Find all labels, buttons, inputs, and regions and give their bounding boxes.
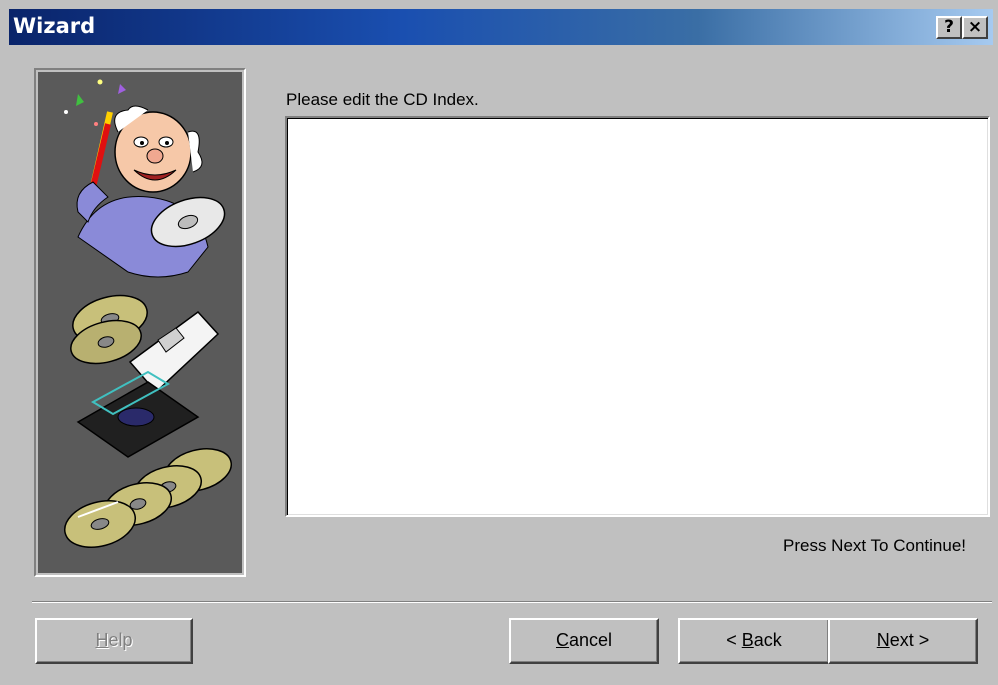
title-help-button[interactable]: ? — [936, 16, 962, 39]
cd-stack-icon — [64, 448, 232, 548]
cd-index-editor[interactable] — [285, 116, 990, 517]
prompt-label: Please edit the CD Index. — [286, 90, 479, 109]
illustration-background — [38, 72, 242, 573]
back-button[interactable]: < Back — [678, 618, 830, 664]
next-mnemonic: N — [876, 630, 890, 650]
back-mnemonic: B — [741, 630, 754, 650]
separator-line — [32, 601, 992, 603]
help-button[interactable]: Help — [35, 618, 193, 664]
window-title: Wizard — [13, 14, 96, 38]
help-mnemonic: H — [95, 630, 109, 650]
back-label-rest: ack — [753, 630, 782, 650]
continue-hint: Press Next To Continue! — [783, 536, 966, 555]
cancel-label-rest: ancel — [568, 630, 613, 650]
cancel-button[interactable]: Cancel — [509, 618, 659, 664]
next-label-rest: ext > — [889, 630, 930, 650]
next-button[interactable]: Next > — [828, 618, 978, 664]
back-prefix: < — [726, 630, 742, 650]
wizard-character-icon — [64, 79, 226, 278]
wizard-window: Wizard ? × Please edit the CD Index. Pre… — [0, 0, 998, 685]
cd-case-icon — [70, 294, 220, 458]
close-button[interactable]: × — [962, 16, 988, 39]
title-bar[interactable]: Wizard ? × — [9, 9, 993, 45]
wizard-illustration-panel — [34, 68, 246, 577]
cancel-mnemonic: C — [555, 630, 569, 650]
help-label-rest: elp — [108, 630, 133, 650]
